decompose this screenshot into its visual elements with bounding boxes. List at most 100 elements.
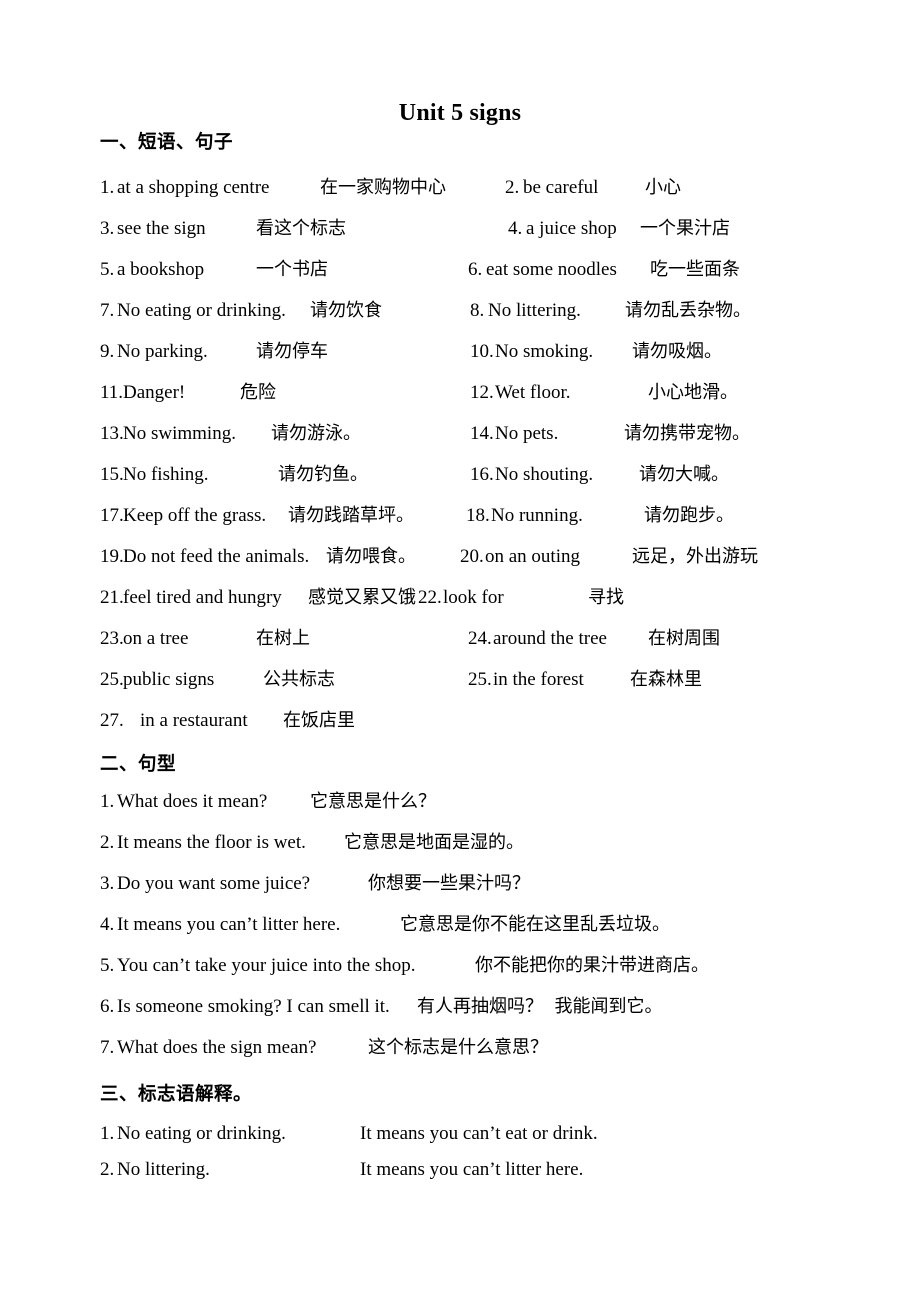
section-heading-sentence-patterns: 二、句型 xyxy=(100,754,177,775)
pattern-english: Do you want some juice? xyxy=(117,873,311,894)
phrase-chinese: 寻找 xyxy=(588,587,624,608)
phrase-english: on a tree xyxy=(123,628,189,649)
section-heading-sign-explanations: 三、标志语解释。 xyxy=(100,1084,253,1105)
phrase-english: around the tree xyxy=(493,628,607,649)
pattern-number: 6. xyxy=(100,996,115,1017)
phrase-chinese: 请勿吸烟。 xyxy=(632,341,722,362)
phrase-english: eat some noodles xyxy=(486,259,617,280)
phrase-chinese: 看这个标志 xyxy=(256,218,346,239)
phrase-chinese: 请勿停车 xyxy=(256,341,328,362)
phrase-number: 25. xyxy=(100,669,124,690)
phrase-number: 25. xyxy=(468,669,492,690)
phrase-english: No smoking. xyxy=(495,341,594,362)
phrase-english: No pets. xyxy=(495,423,559,444)
phrase-number: 10. xyxy=(470,341,494,362)
pattern-number: 3. xyxy=(100,873,115,894)
phrase-number: 17. xyxy=(100,505,124,526)
phrase-english: in a restaurant xyxy=(140,710,248,731)
phrase-english: feel tired and hungry xyxy=(123,587,282,608)
phrase-chinese: 一个书店 xyxy=(256,259,328,280)
pattern-english: What does the sign mean? xyxy=(117,1037,317,1058)
phrase-chinese: 请勿钓鱼。 xyxy=(278,464,368,485)
phrase-number: 11. xyxy=(100,382,124,403)
phrase-chinese: 一个果汁店 xyxy=(640,218,730,239)
phrase-chinese: 在森林里 xyxy=(630,669,702,690)
phrase-english: be careful xyxy=(523,177,599,198)
phrase-chinese: 请勿跑步。 xyxy=(644,505,734,526)
phrase-english: No parking. xyxy=(117,341,208,362)
phrase-number: 18. xyxy=(466,505,490,526)
pattern-english: Is someone smoking? I can smell it. xyxy=(117,996,390,1017)
phrase-number: 23. xyxy=(100,628,124,649)
pattern-english: It means you can’t litter here. xyxy=(117,914,341,935)
pattern-english: It means the floor is wet. xyxy=(117,832,306,853)
phrase-english: in the forest xyxy=(493,669,584,690)
explanation-meaning: It means you can’t eat or drink. xyxy=(360,1123,598,1144)
pattern-number: 5. xyxy=(100,955,115,976)
phrase-english: a juice shop xyxy=(526,218,617,239)
phrase-english: No littering. xyxy=(488,300,581,321)
phrase-number: 7. xyxy=(100,300,115,321)
phrase-english: Danger! xyxy=(123,382,186,403)
phrase-number: 4. xyxy=(508,218,523,239)
phrase-english: look for xyxy=(443,587,504,608)
explanation-meaning: It means you can’t litter here. xyxy=(360,1159,584,1180)
document-page: Unit 5 signs 一、短语、句子 1. at a shopping ce… xyxy=(0,0,920,1300)
phrase-chinese: 感觉又累又饿 xyxy=(308,587,416,608)
phrase-number: 19. xyxy=(100,546,124,567)
explanation-sign: No littering. xyxy=(117,1159,210,1180)
pattern-chinese: 你想要一些果汁吗？ xyxy=(368,873,530,894)
phrase-chinese: 请勿携带宠物。 xyxy=(624,423,750,444)
phrase-number: 16. xyxy=(470,464,494,485)
phrase-chinese: 远足，外出游玩 xyxy=(632,546,758,567)
explanation-number: 1. xyxy=(100,1123,115,1144)
phrase-english: No running. xyxy=(491,505,583,526)
pattern-english: What does it mean? xyxy=(117,791,268,812)
phrase-number: 8. xyxy=(470,300,485,321)
phrase-chinese: 请勿喂食。 xyxy=(326,546,416,567)
phrase-number: 14. xyxy=(470,423,494,444)
phrase-chinese: 小心地滑。 xyxy=(648,382,738,403)
phrase-number: 6. xyxy=(468,259,483,280)
pattern-chinese: 你不能把你的果汁带进商店。 xyxy=(475,955,709,976)
phrase-chinese: 请勿饮食 xyxy=(310,300,382,321)
phrase-number: 13. xyxy=(100,423,124,444)
phrase-number: 9. xyxy=(100,341,115,362)
phrase-chinese: 请勿大喊。 xyxy=(639,464,729,485)
phrase-chinese: 在树周围 xyxy=(648,628,720,649)
section-heading-phrases: 一、短语、句子 xyxy=(100,132,234,153)
phrase-chinese: 危险 xyxy=(240,382,276,403)
pattern-chinese: 它意思是什么？ xyxy=(310,791,436,812)
phrase-english: public signs xyxy=(123,669,215,690)
phrase-chinese: 在饭店里 xyxy=(283,710,355,731)
phrase-english: at a shopping centre xyxy=(117,177,270,198)
phrase-english: Keep off the grass. xyxy=(123,505,267,526)
phrase-chinese: 在一家购物中心 xyxy=(320,177,446,198)
phrase-number: 12. xyxy=(470,382,494,403)
pattern-number: 2. xyxy=(100,832,115,853)
pattern-chinese: 它意思是地面是湿的。 xyxy=(344,832,524,853)
phrase-chinese: 请勿游泳。 xyxy=(271,423,361,444)
pattern-chinese: 有人再抽烟吗？ 我能闻到它。 xyxy=(417,996,663,1017)
phrase-chinese: 在树上 xyxy=(256,628,310,649)
phrase-number: 24. xyxy=(468,628,492,649)
phrase-english: on an outing xyxy=(485,546,580,567)
phrase-number: 1. xyxy=(100,177,115,198)
phrase-chinese: 小心 xyxy=(645,177,681,198)
pattern-chinese: 它意思是你不能在这里乱丢垃圾。 xyxy=(400,914,670,935)
phrase-number: 2. xyxy=(505,177,520,198)
phrase-english: Wet floor. xyxy=(495,382,571,403)
phrase-chinese: 公共标志 xyxy=(263,669,335,690)
pattern-english: You can’t take your juice into the shop. xyxy=(117,955,416,976)
phrase-english: Do not feed the animals. xyxy=(123,546,310,567)
phrase-chinese: 请勿乱丢杂物。 xyxy=(625,300,751,321)
pattern-number: 1. xyxy=(100,791,115,812)
page-title: Unit 5 signs xyxy=(398,100,522,126)
explanation-number: 2. xyxy=(100,1159,115,1180)
pattern-number: 4. xyxy=(100,914,115,935)
phrase-english: No swimming. xyxy=(123,423,236,444)
phrase-chinese: 请勿践踏草坪。 xyxy=(288,505,414,526)
phrase-number: 20. xyxy=(460,546,484,567)
phrase-number: 5. xyxy=(100,259,115,280)
phrase-english: No eating or drinking. xyxy=(117,300,286,321)
